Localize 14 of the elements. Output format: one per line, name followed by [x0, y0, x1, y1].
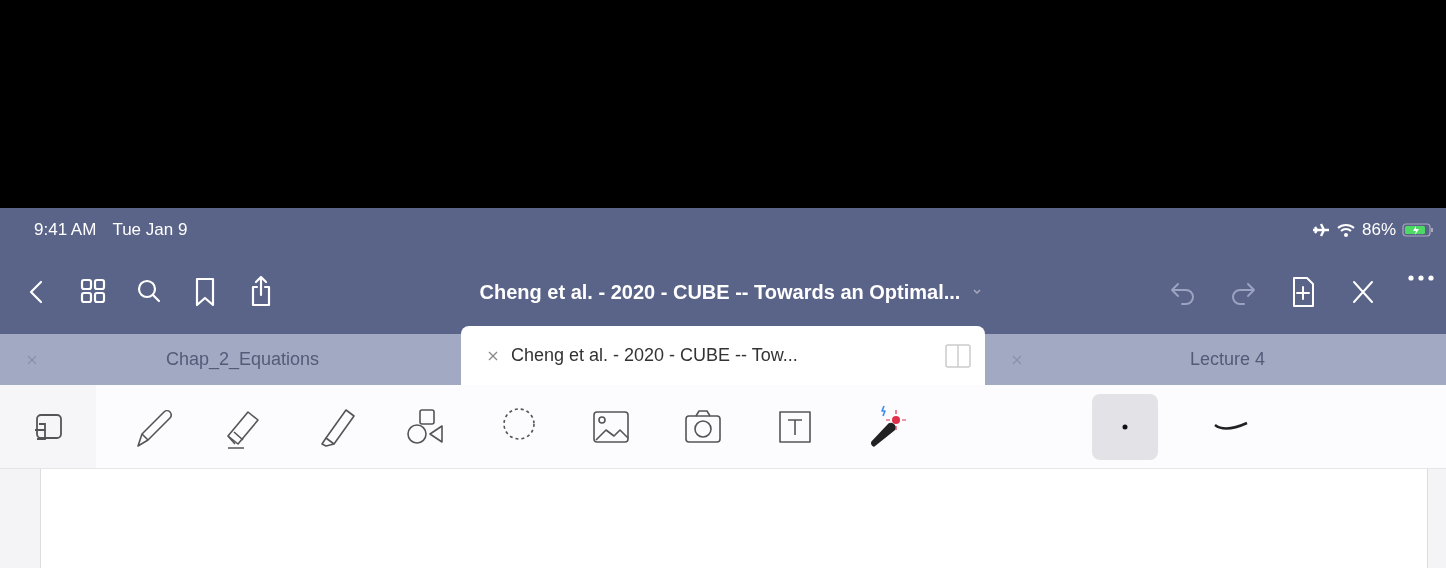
document-title[interactable]: Cheng et al. - 2020 - CUBE -- Towards an Optimal... — [280, 280, 1162, 304]
dot-icon — [1122, 423, 1128, 430]
battery-icon — [1402, 222, 1434, 238]
wifi-icon — [1335, 222, 1356, 238]
document-tab[interactable]: Chap_2_Equations — [0, 334, 461, 385]
document-tab[interactable]: Cheng et al. - 2020 - CUBE -- Tow... — [461, 326, 985, 385]
more-icon — [1406, 274, 1436, 282]
close-icon[interactable] — [487, 349, 499, 362]
status-time: 9:41 AM — [34, 220, 97, 240]
dot-size-option[interactable] — [1092, 393, 1158, 460]
airplane-icon — [1311, 222, 1330, 238]
battery-percent: 86% — [1361, 220, 1396, 240]
status-date: Tue Jan 9 — [112, 220, 188, 240]
chevron-down-icon — [972, 288, 983, 296]
